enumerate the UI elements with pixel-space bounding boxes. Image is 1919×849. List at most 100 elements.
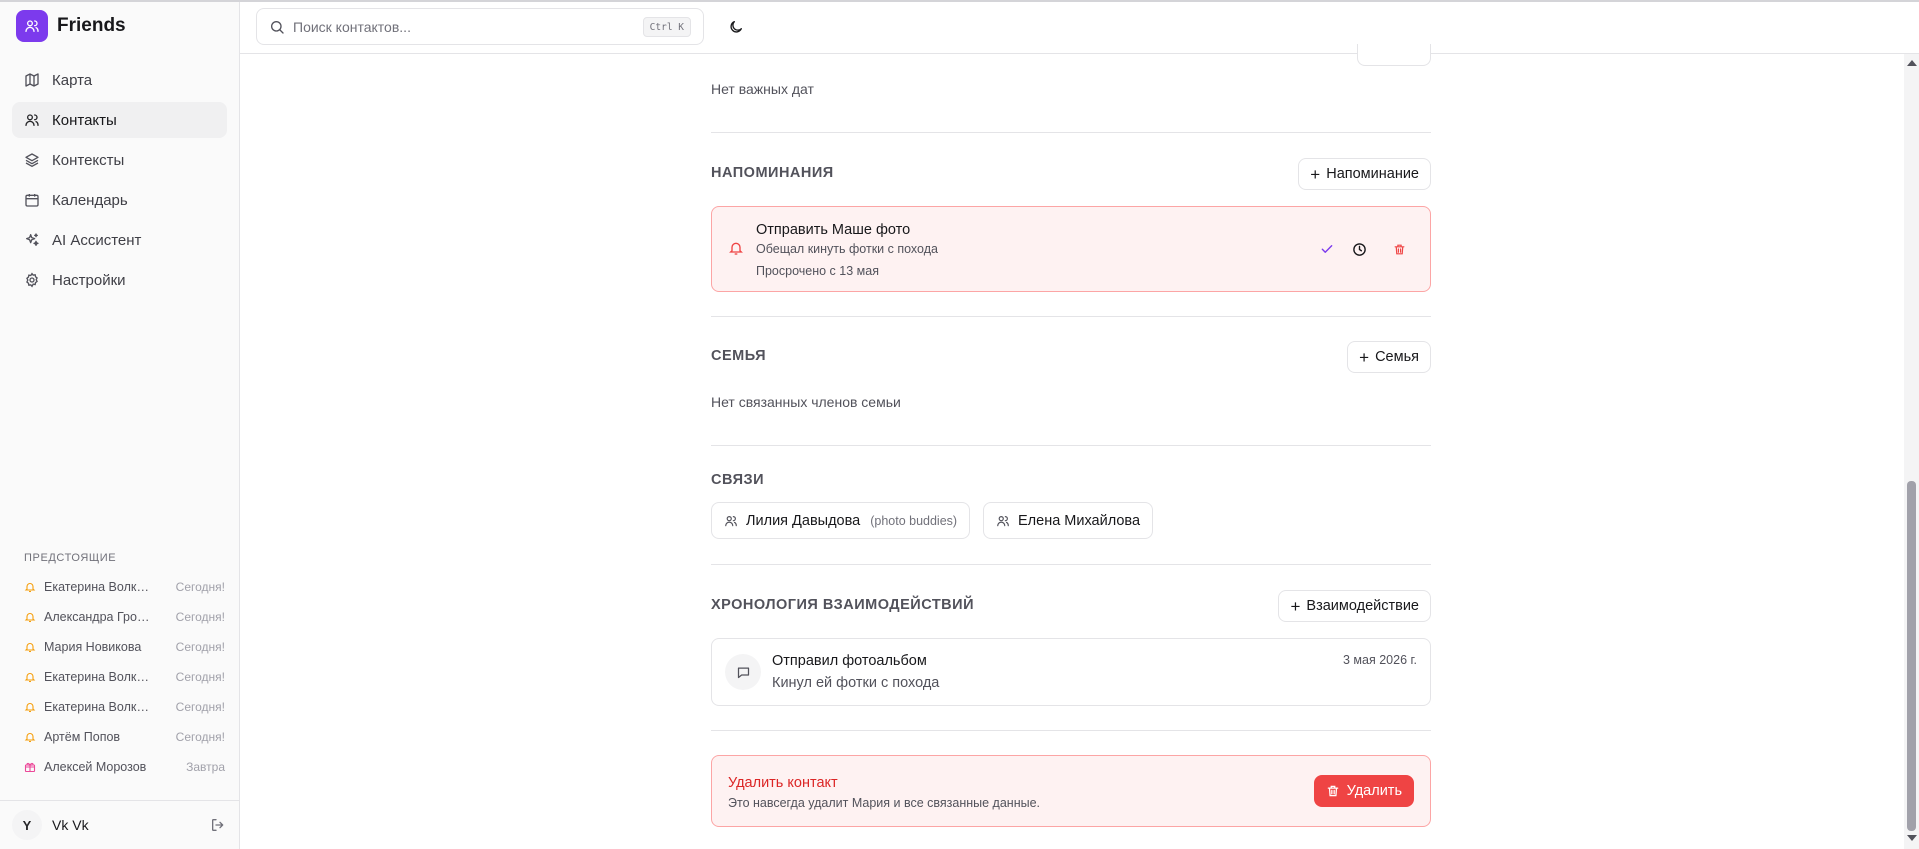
timeline-title: Хронология взаимодействий	[711, 597, 974, 613]
upcoming-item[interactable]: Екатерина Волкова Сегодня!	[12, 572, 227, 602]
upcoming-when: Сегодня!	[175, 610, 225, 624]
reminder-card[interactable]: Отправить Маше фото Обещал кинуть фотки …	[711, 206, 1431, 292]
calendar-icon	[24, 192, 40, 208]
bell-icon	[24, 731, 36, 743]
connection-tag: (photo buddies)	[870, 513, 958, 528]
upcoming-when: Сегодня!	[175, 640, 225, 654]
danger-zone: Удалить контакт Это навсегда удалит Мари…	[711, 755, 1431, 827]
main-nav: Карта Контакты Контексты Календарь AI Ас…	[12, 62, 227, 302]
timeline-date: 3 мая 2026 г.	[1343, 653, 1417, 667]
trash-icon[interactable]	[1390, 240, 1408, 258]
add-reminder-label: Напоминание	[1326, 166, 1419, 182]
divider	[711, 564, 1431, 565]
bell-icon	[24, 701, 36, 713]
delete-contact-button[interactable]: Удалить	[1313, 775, 1414, 807]
connection-name: Елена Михайлова	[1018, 512, 1141, 529]
important-dates-empty: Нет важных дат	[711, 81, 814, 97]
bell-icon	[24, 671, 36, 683]
plus-icon: +	[1310, 164, 1321, 184]
clock-icon[interactable]	[1350, 240, 1368, 258]
upcoming-name: Екатерина Волкова	[44, 700, 154, 714]
upcoming-item[interactable]: Алексей Морозов Завтра	[12, 752, 227, 782]
divider	[711, 730, 1431, 731]
divider	[711, 316, 1431, 317]
nav-label: AI Ассистент	[52, 231, 142, 249]
connection-chip[interactable]: Лилия Давыдова (photo buddies)	[711, 502, 971, 539]
add-interaction-label: Взаимодействие	[1306, 598, 1419, 614]
connection-chip[interactable]: Елена Михайлова	[983, 502, 1154, 539]
search-input[interactable]	[293, 18, 703, 35]
add-interaction-button[interactable]: + Взаимодействие	[1278, 590, 1431, 622]
nav-label: Карта	[52, 71, 93, 89]
nav-label: Календарь	[52, 191, 128, 209]
layers-icon	[24, 152, 40, 168]
bell-icon	[728, 240, 744, 256]
topbar: Ctrl K	[0, 0, 1919, 54]
avatar[interactable]: Y	[12, 810, 42, 840]
bell-icon	[24, 641, 36, 653]
nav-item-calendar[interactable]: Календарь	[12, 182, 227, 218]
danger-title: Удалить контакт	[728, 775, 838, 791]
upcoming-item[interactable]: Мария Новикова Сегодня!	[12, 632, 227, 662]
plus-icon: +	[1359, 347, 1370, 367]
user-name: Vk Vk	[52, 817, 89, 833]
reminder-title: Отправить Маше фото	[756, 222, 911, 238]
upcoming-when: Завтра	[186, 760, 225, 774]
upcoming-item[interactable]: Екатерина Волкова Сегодня!	[12, 662, 227, 692]
gift-icon	[24, 761, 36, 773]
gear-icon	[24, 272, 40, 288]
nav-label: Контексты	[52, 151, 125, 169]
upcoming-name: Мария Новикова	[44, 640, 142, 654]
scroll-up-arrow[interactable]	[1907, 60, 1917, 66]
upcoming-title: Предстоящие	[24, 552, 117, 564]
upcoming-name: Александра Громова	[44, 610, 154, 624]
scroll-down-arrow[interactable]	[1907, 835, 1917, 841]
shortcut-hint: Ctrl K	[642, 17, 691, 37]
reminders-title: Напоминания	[711, 165, 834, 181]
timeline-title: Отправил фотоальбом	[772, 653, 927, 669]
nav-item-ai-assistant[interactable]: AI Ассистент	[12, 222, 227, 258]
add-date-button[interactable]	[1357, 44, 1431, 66]
add-family-button[interactable]: + Семья	[1347, 341, 1431, 373]
timeline-item[interactable]: Отправил фотоальбом Кинул ей фотки с пох…	[711, 638, 1431, 706]
users-icon	[724, 514, 738, 528]
family-title: Семья	[711, 348, 767, 364]
users-icon	[24, 112, 40, 128]
moon-icon[interactable]	[724, 15, 748, 39]
upcoming-item[interactable]: Артём Попов Сегодня!	[12, 722, 227, 752]
users-icon	[996, 514, 1010, 528]
scroll-thumb[interactable]	[1907, 481, 1916, 831]
nav-item-map[interactable]: Карта	[12, 62, 227, 98]
reminder-overdue: Просрочено с 13 мая	[756, 264, 879, 278]
nav-label: Настройки	[52, 271, 126, 289]
check-icon[interactable]	[1318, 240, 1336, 258]
add-reminder-button[interactable]: + Напоминание	[1298, 158, 1431, 190]
scrollbar[interactable]	[1904, 54, 1919, 849]
upcoming-name: Екатерина Волкова	[44, 580, 154, 594]
logout-icon[interactable]	[208, 815, 228, 835]
divider	[711, 445, 1431, 446]
search-box[interactable]: Ctrl K	[256, 8, 704, 45]
bell-icon	[24, 611, 36, 623]
bell-icon	[24, 581, 36, 593]
upcoming-name: Артём Попов	[44, 730, 121, 744]
connection-name: Лилия Давыдова	[746, 512, 861, 529]
upcoming-item[interactable]: Александра Громова Сегодня!	[12, 602, 227, 632]
upcoming-item[interactable]: Екатерина Волкова Сегодня!	[12, 692, 227, 722]
nav-item-contexts[interactable]: Контексты	[12, 142, 227, 178]
connections-title: Связи	[711, 472, 765, 488]
nav-item-settings[interactable]: Настройки	[12, 262, 227, 298]
nav-label: Контакты	[52, 111, 117, 129]
sparkles-icon	[24, 232, 40, 248]
delete-label: Удалить	[1346, 783, 1402, 799]
users-icon	[16, 10, 48, 42]
sidebar: Friends Карта Контакты Контексты Календа…	[0, 0, 240, 849]
upcoming-name: Екатерина Волкова	[44, 670, 154, 684]
upcoming-when: Сегодня!	[175, 700, 225, 714]
upcoming-name: Алексей Морозов	[44, 760, 147, 774]
upcoming-when: Сегодня!	[175, 730, 225, 744]
brand[interactable]: Friends	[16, 10, 126, 42]
message-icon	[725, 654, 761, 690]
nav-item-contacts[interactable]: Контакты	[12, 102, 227, 138]
divider	[711, 132, 1431, 133]
